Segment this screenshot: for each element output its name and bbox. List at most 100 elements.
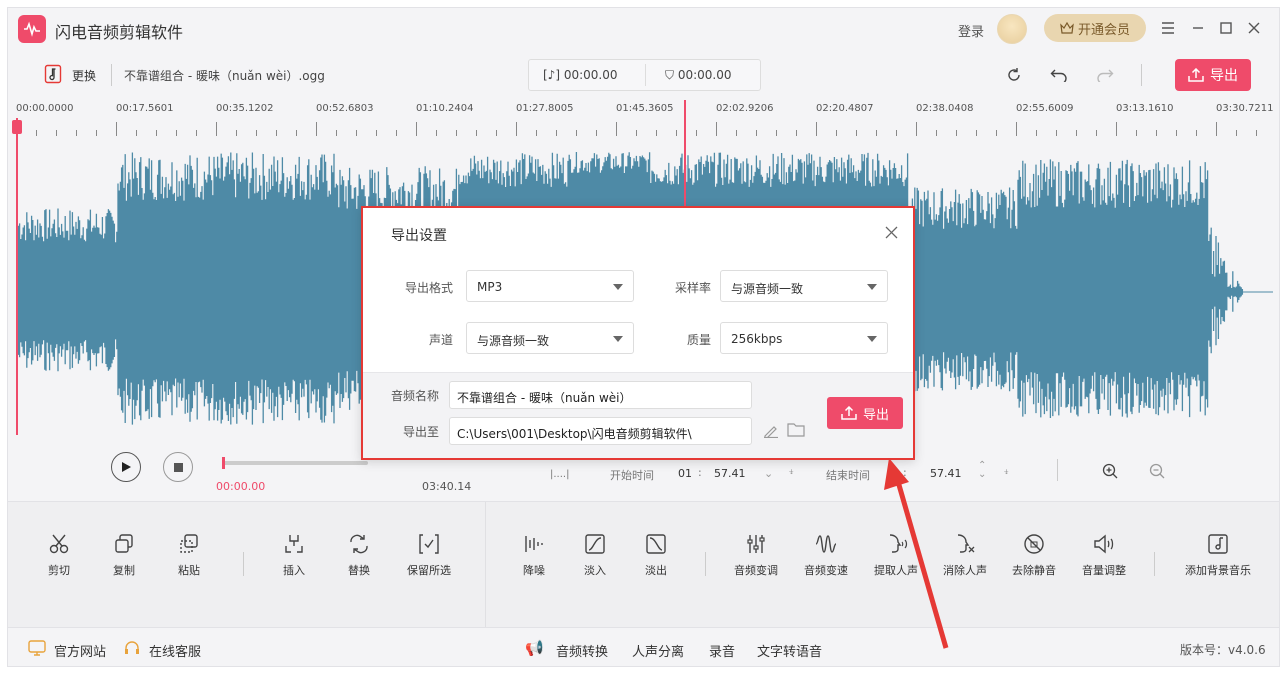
replace-file-icon[interactable] [44,64,62,88]
tool-fade-in[interactable]: 淡入 [560,532,630,578]
edit-path-icon[interactable] [763,423,779,442]
folder-icon[interactable] [787,422,805,441]
end-time-label: 结束时间 [826,469,870,482]
tool-scissors[interactable]: 剪切 [24,532,94,578]
start-time-label: 开始时间 [610,469,654,482]
time-ruler[interactable]: 00:00.0000 00:17.5601 00:35.1202 00:52.6803… [8,100,1279,140]
redo-icon[interactable] [1094,64,1116,86]
tool-speed[interactable]: 音频变速 [791,532,861,578]
start-time-min[interactable]: 01 [678,467,692,480]
undo-icon[interactable] [1048,64,1070,86]
ruler-tick [1136,130,1137,136]
ruler-tick [56,130,57,136]
tts-link[interactable]: 文字转语音 [757,641,822,660]
tool-replace[interactable]: 替换 [324,532,394,578]
start-marker-handle[interactable] [12,120,22,134]
ruler-tick [876,130,877,136]
tool-label: 保留所选 [407,564,451,577]
menu-icon[interactable] [1158,18,1178,38]
format-value: MP3 [477,280,503,294]
tool-volume[interactable]: 音量调整 [1069,532,1139,578]
copy-icon [115,534,133,553]
stop-icon [173,462,183,472]
dialog-export-button[interactable]: 导出 [827,397,903,429]
maximize-icon[interactable] [1216,18,1236,38]
avatar[interactable] [997,14,1027,44]
audio-name-label: 音频名称 [390,389,439,403]
audio-name-input[interactable]: 不靠谱组合 - 暖味（nuǎn wèi） [449,381,752,409]
progress-handle[interactable] [222,457,225,469]
ruler-tick [76,130,77,136]
tool-extract-voice[interactable]: 提取人声 [861,532,931,578]
samplerate-select[interactable]: 与源音频一致 [720,270,888,302]
ruler-tick [196,130,197,136]
ruler-tick [716,122,717,136]
zoom-out-icon[interactable] [1149,463,1165,483]
tool-fade-out[interactable]: 淡出 [621,532,691,578]
ruler-label: 02:55.6009 [1016,103,1074,114]
duration-time-value: 00:00.00 [677,68,732,82]
tool-remove-silence[interactable]: 去除静音 [999,532,1069,578]
ruler-tick [36,130,37,136]
play-button[interactable] [111,452,141,482]
tool-music-note[interactable]: 添加背景音乐 [1183,532,1253,578]
export-path-input[interactable]: C:\Users\001\Desktop\闪电音频剪辑软件\ [449,417,752,445]
music-note-icon: [♪] [543,68,564,82]
divider [1154,552,1155,576]
close-icon[interactable] [1244,18,1264,38]
format-select[interactable]: MP3 [466,270,634,302]
volume-icon [1094,534,1114,554]
zoom-in-icon[interactable] [1102,463,1118,483]
stepper-icon[interactable]: ⌃ ⌄ [978,461,986,480]
chevron-down-icon [867,284,877,290]
insert-icon [285,535,303,553]
tool-label: 淡入 [584,564,606,577]
tool-keep-selection[interactable]: 保留所选 [394,532,464,578]
stop-button[interactable] [163,452,193,482]
service-link[interactable]: 在线客服 [149,641,201,660]
export-button[interactable]: 导出 [1175,59,1251,91]
audio-convert-link[interactable]: 音频转换 [556,641,608,660]
tool-denoise[interactable]: 降噪 [499,532,569,578]
ruler-tick [436,130,437,136]
tool-remove-voice[interactable]: 消除人声 [930,532,1000,578]
start-marker[interactable] [16,118,18,435]
ruler-tick [596,130,597,136]
app-logo-icon [18,15,46,43]
fade-out-icon [646,534,666,554]
quality-value: 256kbps [731,332,783,346]
ruler-tick [376,130,377,136]
ruler-tick [156,130,157,136]
progress-track[interactable] [223,461,368,465]
reset-icon[interactable] [1003,64,1025,86]
tool-pitch[interactable]: 音频变调 [721,532,791,578]
voice-separate-link[interactable]: 人声分离 [632,641,684,660]
pitch-icon [747,535,765,553]
tool-copy[interactable]: 复制 [89,532,159,578]
ruler-tick [556,130,557,136]
ruler-tick [456,130,457,136]
stepper-down-icon[interactable]: ⌄ [764,467,773,480]
start-time-sec[interactable]: 57.41 [714,467,746,480]
tool-paste[interactable]: 粘贴 [154,532,224,578]
pin-icon[interactable]: ⍖ [788,465,795,479]
tool-label: 替换 [348,564,370,577]
quality-select[interactable]: 256kbps [720,322,888,354]
paste-icon [180,534,198,553]
pin-icon[interactable]: ⍖ [1003,465,1010,479]
remove-silence-icon [1024,534,1044,554]
vip-button[interactable]: 开通会员 [1044,14,1146,42]
dialog-close-icon[interactable] [881,222,901,242]
samplerate-value: 与源音频一致 [731,282,804,296]
ruler-tick [256,130,257,136]
replace-button[interactable]: 更换 [72,67,96,84]
record-link[interactable]: 录音 [709,641,735,660]
minimize-icon[interactable] [1188,18,1208,38]
ruler-tick [1016,122,1017,136]
dialog-output-section: 音频名称 不靠谱组合 - 暖味（nuǎn wèi） 导出至 C:\Users\0… [363,372,913,458]
tool-insert[interactable]: 插入 [259,532,329,578]
channel-select[interactable]: 与源音频一致 [466,322,634,354]
end-time-sec[interactable]: 57.41 [930,467,962,480]
website-link[interactable]: 官方网站 [54,641,106,660]
login-link[interactable]: 登录 [958,21,984,40]
